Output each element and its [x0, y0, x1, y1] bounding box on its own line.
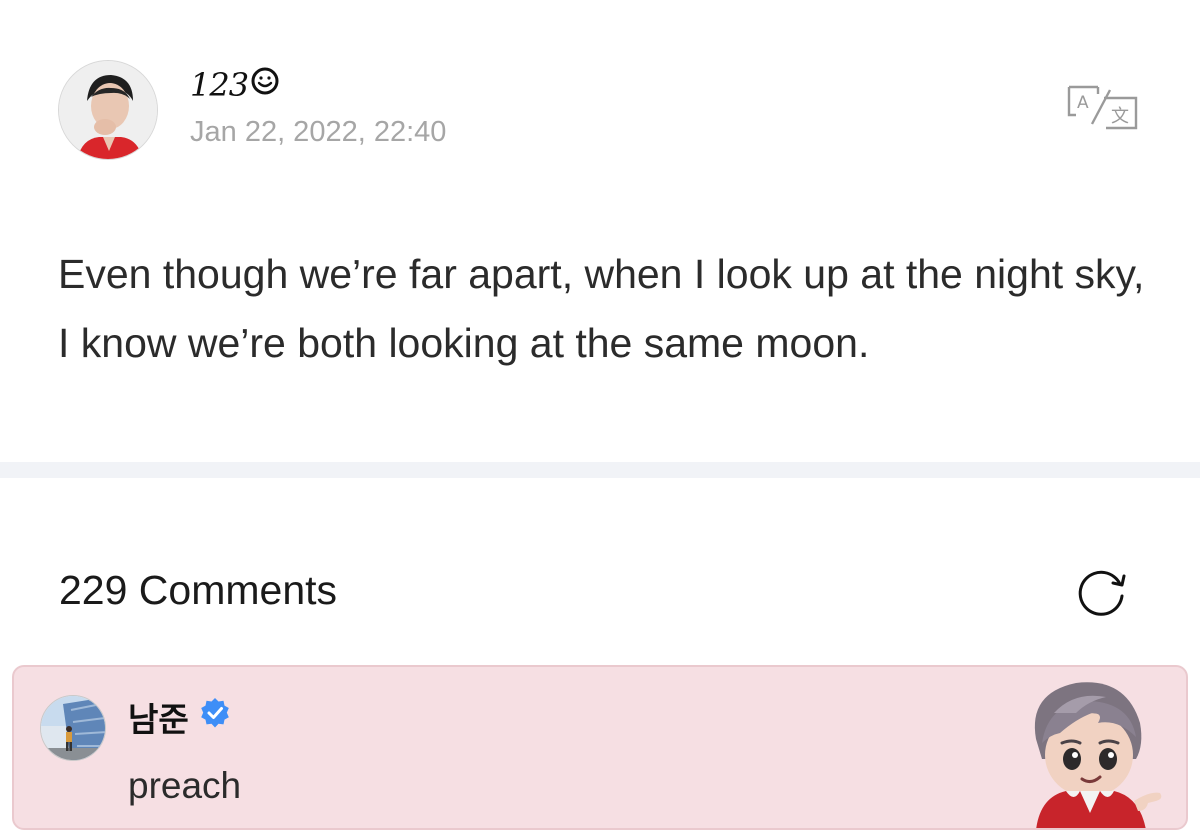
- translate-icon: A 文: [1067, 85, 1138, 130]
- svg-text:文: 文: [1111, 106, 1129, 127]
- author-avatar[interactable]: [58, 60, 158, 160]
- post-body-text: Even though we’re far apart, when I look…: [58, 251, 1145, 366]
- verified-badge-icon: [199, 697, 231, 737]
- comment-text: preach: [128, 765, 242, 806]
- post-date: Jan 22, 2022, 22:40: [190, 116, 447, 148]
- post-header: 123 Jan 22, 2022, 22:40 A 文: [0, 0, 1200, 200]
- comment-author[interactable]: 남준: [128, 693, 231, 741]
- refresh-button[interactable]: [1073, 563, 1131, 621]
- section-divider: [0, 462, 1200, 478]
- author-name[interactable]: 123: [190, 66, 280, 104]
- author-name-text: 123: [190, 66, 249, 104]
- translate-button[interactable]: A 文: [1066, 84, 1138, 130]
- comment-author-avatar[interactable]: [40, 695, 106, 761]
- character-sticker-icon: [1014, 673, 1164, 828]
- comments-count: 229 Comments: [59, 567, 338, 613]
- comment-item[interactable]: 남준 preach: [12, 665, 1188, 830]
- svg-text:A: A: [1077, 93, 1089, 113]
- refresh-icon: [1078, 570, 1126, 616]
- smiley-icon: [250, 66, 280, 104]
- comment-author-name: 남준: [128, 700, 189, 739]
